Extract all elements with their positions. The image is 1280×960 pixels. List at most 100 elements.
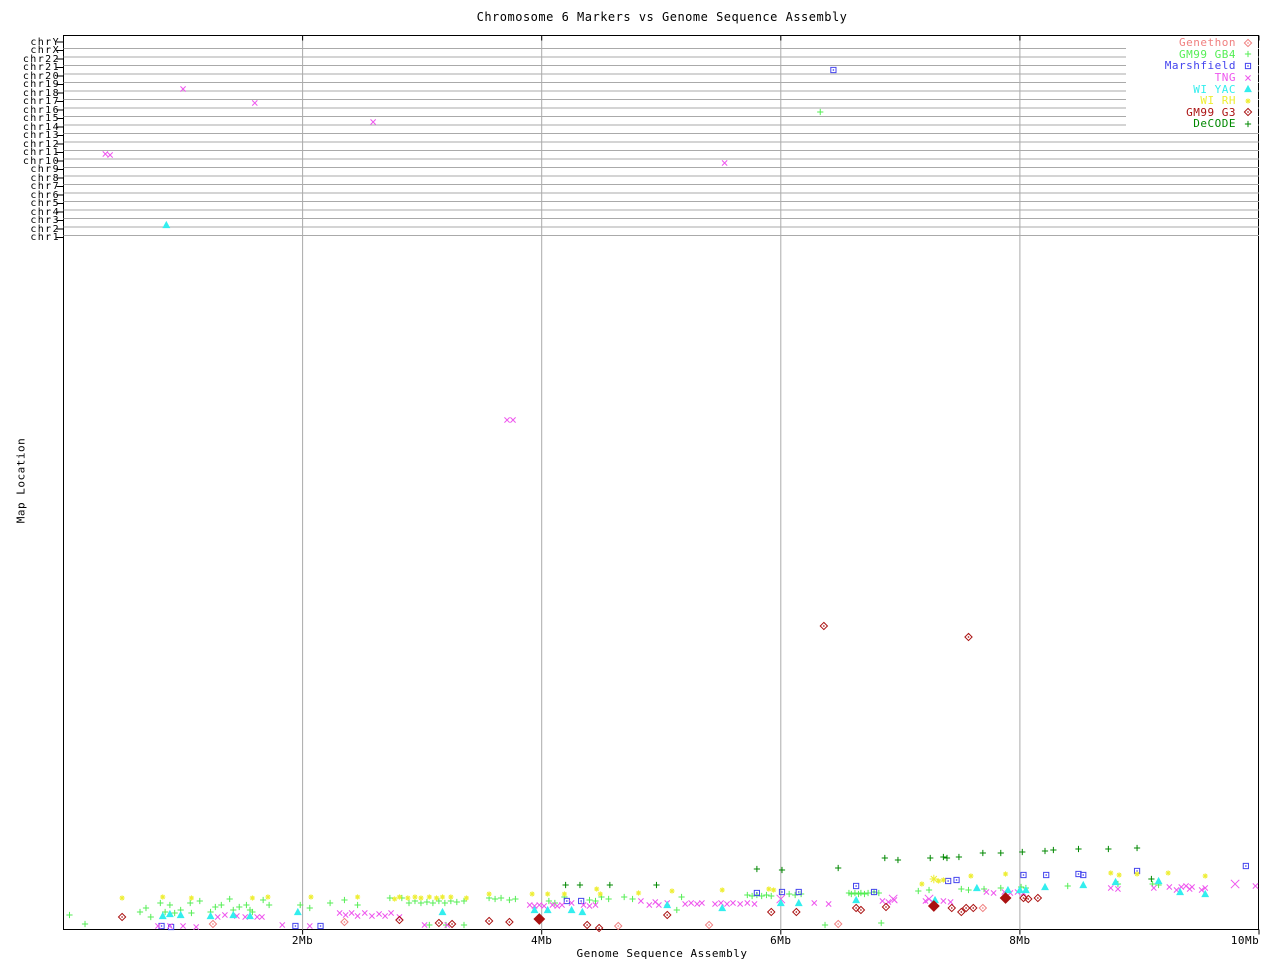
data-point-tng	[751, 901, 758, 907]
data-point-wi-rh	[594, 886, 600, 892]
x-tick-label-10Mb: 10Mb	[1230, 934, 1260, 947]
data-point-gm99-gb4	[786, 890, 793, 898]
data-point-wi-rh	[1002, 871, 1009, 877]
data-point-tng	[279, 922, 286, 928]
data-point-genethon	[340, 917, 349, 927]
data-point-tng	[361, 910, 368, 916]
data-point-decode	[1148, 875, 1155, 883]
data-point-tng	[504, 417, 510, 423]
data-point-tng	[718, 900, 724, 906]
legend-item-tng: TNG	[1126, 71, 1258, 84]
data-point-tng	[510, 417, 516, 423]
data-point-decode	[653, 881, 660, 889]
data-point-wi-rh	[561, 891, 568, 897]
data-point-gm99-gb4	[260, 896, 267, 904]
data-point-wi-yac	[176, 910, 185, 919]
data-point-gm99-gb4	[81, 920, 89, 928]
data-point-wi-rh	[929, 874, 939, 884]
data-point-gm99-gb4	[453, 898, 460, 906]
data-point-gm99-g3	[1033, 893, 1043, 903]
data-point-gm99-gb4	[354, 901, 361, 909]
data-point-gm99-gb4	[768, 892, 775, 900]
data-point-gm99-gb4	[629, 895, 636, 903]
data-point-tng	[354, 913, 361, 919]
data-point-decode	[753, 865, 760, 873]
data-point-marshfield	[853, 882, 860, 890]
data-point-tng	[990, 890, 997, 896]
data-point-tng	[646, 902, 653, 908]
data-point-marshfield	[945, 877, 952, 885]
x-tick-label-8Mb: 8Mb	[1009, 934, 1031, 947]
data-point-gm99-gb4	[512, 895, 519, 903]
data-point-tng	[342, 912, 349, 918]
data-point-decode	[997, 849, 1004, 857]
data-point-gm99-gb4	[166, 901, 173, 909]
data-point-wi-rh	[308, 894, 314, 900]
data-point-wi-yac	[1079, 880, 1088, 889]
data-point-gm99-gb4	[142, 904, 150, 912]
data-point-gm99-gb4	[915, 887, 922, 895]
data-point-gm99-gb4	[429, 899, 437, 907]
data-point-marshfield	[1020, 871, 1027, 879]
data-point-gm99-gb4	[212, 903, 219, 911]
data-point-tng	[102, 151, 109, 157]
data-point-decode	[943, 854, 951, 862]
data-point-decode	[1041, 847, 1049, 855]
data-point-gm99-gb4	[605, 895, 612, 903]
data-point-gm99-g3	[819, 621, 829, 631]
data-point-tng	[694, 901, 701, 907]
data-point-marshfield	[1043, 871, 1050, 879]
data-point-tng	[214, 914, 221, 920]
data-point-wi-rh	[392, 896, 398, 902]
data-point-genethon	[833, 919, 843, 929]
data-point-wi-yac	[206, 911, 215, 920]
data-point-gm99-gb4	[306, 904, 313, 912]
data-point-wi-yac	[438, 907, 447, 916]
data-point-marshfield	[953, 876, 960, 884]
data-point-genethon	[704, 920, 714, 930]
data-point-gm99-gb4	[621, 893, 628, 901]
legend-item-wi-rh: WI RH	[1126, 94, 1258, 107]
scatter-plot-layer	[56, 35, 1260, 935]
x-tick-label-6Mb: 6Mb	[770, 934, 792, 947]
data-point-gm99-gb4	[678, 893, 685, 901]
data-point-tng	[730, 900, 736, 906]
data-point-tng	[306, 923, 313, 929]
data-point-gm99-gb4	[506, 896, 513, 904]
data-point-tng	[688, 900, 695, 906]
data-point-tng	[947, 899, 954, 905]
data-point-tng	[724, 901, 730, 907]
legend-item-gm99-g3: GM99 G3	[1126, 106, 1258, 119]
data-point-wi-rh	[405, 895, 411, 901]
data-point-decode	[576, 881, 584, 889]
data-point-marshfield	[830, 66, 837, 74]
data-point-gm99-g3	[484, 916, 494, 926]
data-point-tng	[1150, 885, 1157, 891]
data-point-genethon	[978, 903, 988, 913]
legend-item-gm99-gb4: GM99 GB4	[1126, 48, 1258, 61]
data-point-wi-rh	[1202, 873, 1208, 879]
data-point-wi-rh	[597, 891, 603, 897]
data-point-tng	[888, 894, 898, 904]
data-point-gm99-g3	[117, 912, 127, 922]
data-point-wi-rh	[529, 891, 535, 897]
data-point-gm99-gb4	[864, 889, 872, 897]
data-point-gm99-gb4	[851, 889, 859, 897]
data-point-wi-yac	[972, 883, 981, 892]
data-point-tng	[1178, 884, 1185, 890]
data-point-gm99-gb4	[423, 898, 431, 906]
data-point-tng	[879, 898, 886, 904]
data-point-wi-rh	[119, 895, 125, 901]
legend-label: DeCODE	[1193, 117, 1236, 131]
data-point-tng	[721, 160, 728, 166]
legend-marker-diamond-dot-icon	[1243, 108, 1253, 117]
data-point-decode	[1075, 845, 1082, 853]
data-point-gm99-g3	[434, 918, 444, 928]
data-point-tng	[655, 902, 662, 908]
data-point-wi-rh	[766, 886, 772, 892]
data-point-wi-rh	[448, 894, 454, 900]
data-point-gm99-gb4	[157, 899, 164, 907]
data-point-wi-rh	[439, 894, 446, 900]
legend-item-genethon: Genethon	[1126, 36, 1258, 49]
data-point-tng	[370, 119, 377, 125]
